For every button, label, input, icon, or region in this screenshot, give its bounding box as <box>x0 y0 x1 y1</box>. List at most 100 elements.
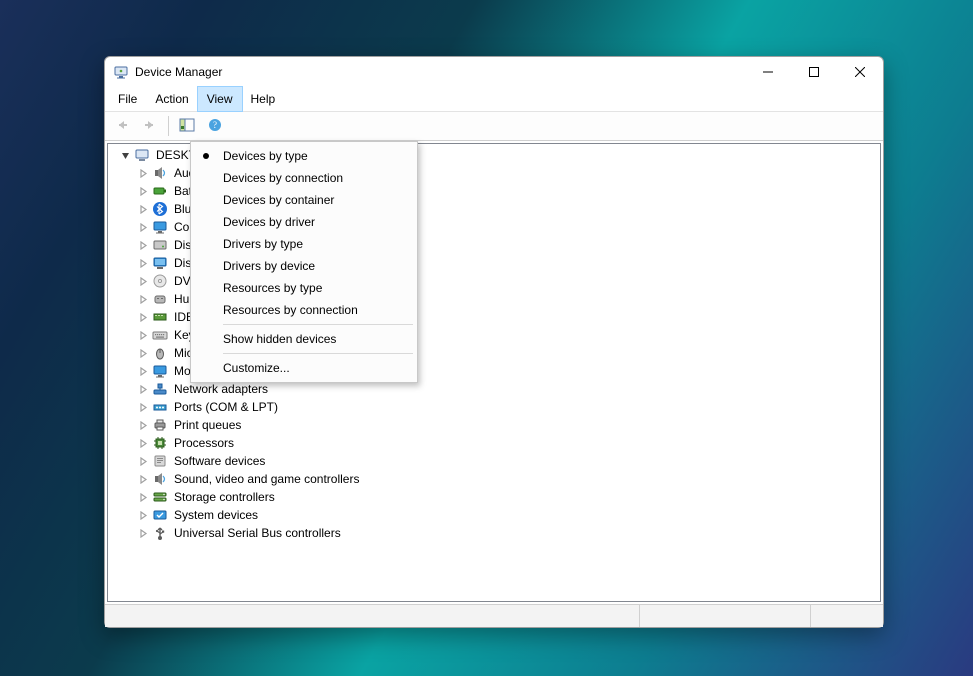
tree-node[interactable]: System devices <box>108 506 880 524</box>
menu-item-label: Drivers by type <box>223 237 303 251</box>
chevron-right-icon[interactable] <box>138 186 148 196</box>
chevron-right-icon[interactable] <box>138 294 148 304</box>
chevron-right-icon[interactable] <box>138 528 148 538</box>
printer-icon <box>152 417 168 433</box>
software-icon <box>152 453 168 469</box>
menu-file[interactable]: File <box>109 87 146 111</box>
chevron-right-icon[interactable] <box>138 492 148 502</box>
arrow-right-icon <box>143 119 157 134</box>
ide-icon <box>152 309 168 325</box>
chevron-right-icon[interactable] <box>138 420 148 430</box>
menu-item-label: Customize... <box>223 361 290 375</box>
view-devices-by-connection[interactable]: Devices by connection <box>193 167 415 189</box>
status-segment <box>639 605 810 627</box>
view-drivers-by-device[interactable]: Drivers by device <box>193 255 415 277</box>
window-title: Device Manager <box>135 65 222 79</box>
tree-node-label: Ports (COM & LPT) <box>172 400 278 414</box>
device-manager-window: Device Manager File Action View Help ? D… <box>104 56 884 628</box>
tree-node-label: Software devices <box>172 454 265 468</box>
minimize-button[interactable] <box>745 57 791 87</box>
desktop-background: Device Manager File Action View Help ? D… <box>0 0 973 676</box>
monitor-icon <box>152 219 168 235</box>
chevron-right-icon[interactable] <box>138 510 148 520</box>
battery-icon <box>152 183 168 199</box>
tree-node[interactable]: Storage controllers <box>108 488 880 506</box>
disk-icon <box>152 237 168 253</box>
view-devices-by-type[interactable]: Devices by type <box>193 145 415 167</box>
view-show-hidden-devices[interactable]: Show hidden devices <box>193 328 415 350</box>
arrow-left-icon <box>115 119 129 134</box>
tree-node[interactable]: Ports (COM & LPT) <box>108 398 880 416</box>
chevron-right-icon[interactable] <box>138 384 148 394</box>
chevron-right-icon[interactable] <box>138 438 148 448</box>
chevron-right-icon[interactable] <box>138 402 148 412</box>
tree-node[interactable]: Sound, video and game controllers <box>108 470 880 488</box>
toolbar: ? <box>105 112 883 141</box>
help-button[interactable]: ? <box>202 114 228 138</box>
show-hide-tree-button[interactable] <box>174 114 200 138</box>
network-icon <box>152 381 168 397</box>
bluetooth-icon <box>152 201 168 217</box>
app-icon <box>113 64 129 80</box>
tree-node[interactable]: Processors <box>108 434 880 452</box>
mouse-icon <box>152 345 168 361</box>
view-resources-by-type[interactable]: Resources by type <box>193 277 415 299</box>
view-customize[interactable]: Customize... <box>193 357 415 379</box>
maximize-button[interactable] <box>791 57 837 87</box>
chevron-right-icon[interactable] <box>138 276 148 286</box>
chevron-down-icon[interactable] <box>120 150 130 160</box>
window-controls <box>745 57 883 87</box>
tree-node[interactable]: Universal Serial Bus controllers <box>108 524 880 542</box>
tree-node[interactable]: Software devices <box>108 452 880 470</box>
menu-item-label: Drivers by device <box>223 259 315 273</box>
chevron-right-icon[interactable] <box>138 222 148 232</box>
tree-pane-icon <box>179 118 195 135</box>
close-button[interactable] <box>837 57 883 87</box>
view-devices-by-container[interactable]: Devices by container <box>193 189 415 211</box>
keyboard-icon <box>152 327 168 343</box>
chevron-right-icon[interactable] <box>138 330 148 340</box>
tree-node-label: Print queues <box>172 418 241 432</box>
view-menu-popup: Devices by type Devices by connection De… <box>190 141 418 383</box>
usb-icon <box>152 525 168 541</box>
menu-view[interactable]: View <box>198 87 242 111</box>
view-resources-by-connection[interactable]: Resources by connection <box>193 299 415 321</box>
menu-item-label: Devices by connection <box>223 171 343 185</box>
menu-help[interactable]: Help <box>242 87 285 111</box>
cpu-icon <box>152 435 168 451</box>
port-icon <box>152 399 168 415</box>
nav-back-button[interactable] <box>109 114 135 138</box>
storage-icon <box>152 489 168 505</box>
title-bar[interactable]: Device Manager <box>105 57 883 87</box>
status-segment <box>105 605 639 627</box>
tree-node-label: Network adapters <box>172 382 268 396</box>
content-area: Devices by type Devices by connection De… <box>105 141 883 627</box>
chevron-right-icon[interactable] <box>138 456 148 466</box>
chevron-right-icon[interactable] <box>138 204 148 214</box>
menu-item-label: Resources by connection <box>223 303 358 317</box>
menu-action[interactable]: Action <box>146 87 197 111</box>
chevron-right-icon[interactable] <box>138 240 148 250</box>
chevron-right-icon[interactable] <box>138 258 148 268</box>
status-segment <box>810 605 883 627</box>
chevron-right-icon[interactable] <box>138 474 148 484</box>
chevron-right-icon[interactable] <box>138 366 148 376</box>
audio-icon <box>152 165 168 181</box>
chevron-right-icon[interactable] <box>138 312 148 322</box>
system-icon <box>152 507 168 523</box>
nav-forward-button[interactable] <box>137 114 163 138</box>
chevron-right-icon[interactable] <box>138 348 148 358</box>
chevron-right-icon[interactable] <box>138 168 148 178</box>
sound-icon <box>152 471 168 487</box>
menu-bar: File Action View Help <box>105 87 883 112</box>
menu-separator <box>223 324 413 325</box>
tree-node[interactable]: Print queues <box>108 416 880 434</box>
svg-text:?: ? <box>213 120 217 130</box>
menu-item-label: Devices by type <box>223 149 308 163</box>
menu-item-label: Resources by type <box>223 281 322 295</box>
menu-separator <box>223 353 413 354</box>
view-drivers-by-type[interactable]: Drivers by type <box>193 233 415 255</box>
tree-node-label: Storage controllers <box>172 490 275 504</box>
view-devices-by-driver[interactable]: Devices by driver <box>193 211 415 233</box>
monitor-icon <box>152 363 168 379</box>
